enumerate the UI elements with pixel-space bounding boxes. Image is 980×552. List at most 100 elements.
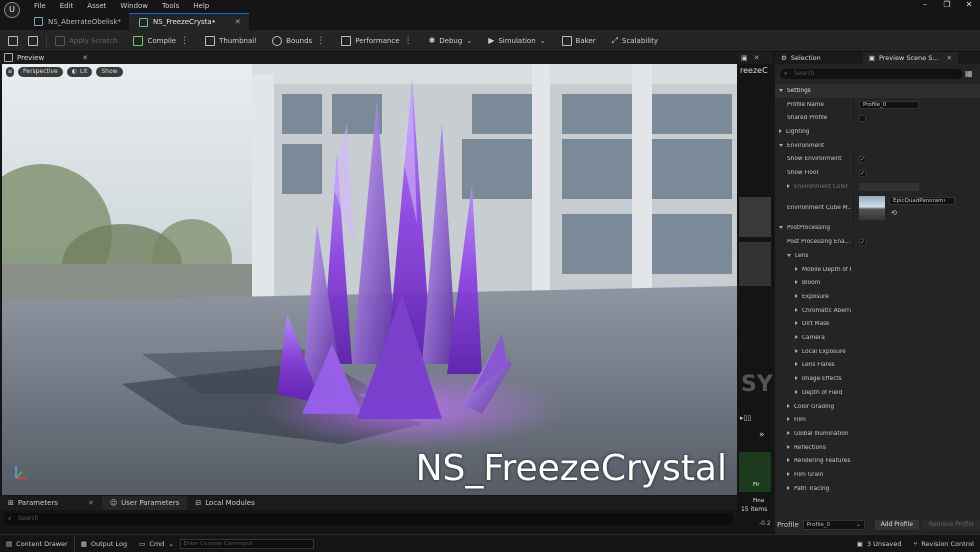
collapse-arrow-icon[interactable] [787, 485, 790, 490]
property-row[interactable]: Depth of Field [775, 386, 980, 400]
property-row[interactable]: Chromatic Aberrati [775, 304, 980, 318]
expand-arrow-icon[interactable] [787, 253, 791, 257]
bounds-options-icon[interactable]: ⋮ [316, 36, 325, 46]
collapse-arrow-icon[interactable] [795, 376, 798, 381]
menu-edit[interactable]: Edit [60, 2, 74, 10]
collapse-arrow-icon[interactable] [787, 417, 790, 422]
collapse-arrow-icon[interactable] [779, 128, 782, 133]
menu-window[interactable]: Window [120, 2, 148, 10]
menu-tools[interactable]: Tools [162, 2, 179, 10]
menu-asset[interactable]: Asset [87, 2, 106, 10]
menu-file[interactable]: File [34, 2, 46, 10]
property-row[interactable]: Lens [775, 249, 980, 263]
close-tab-icon[interactable]: ✕ [235, 18, 241, 26]
collapse-arrow-icon[interactable] [795, 280, 798, 285]
collapse-arrow-icon[interactable] [795, 389, 798, 394]
reset-icon[interactable]: ⟲ [891, 209, 897, 217]
thumbnail-button[interactable]: Thumbnail [197, 30, 264, 51]
checkbox[interactable]: ✓ [859, 169, 866, 177]
close-tab-icon[interactable]: ✕ [754, 54, 760, 62]
view-options-icon[interactable]: ▦ [965, 69, 973, 78]
preview-tab[interactable]: Preview ✕ [4, 53, 88, 62]
baker-button[interactable]: Baker [554, 30, 604, 51]
perspective-button[interactable]: Perspective [18, 67, 63, 77]
tab-selection[interactable]: ⚙ Selection [775, 52, 827, 64]
output-log-button[interactable]: ▦ Output Log [75, 535, 133, 552]
property-row[interactable]: Bloom [775, 276, 980, 290]
property-row[interactable]: Exposure [775, 290, 980, 304]
preview-viewport[interactable]: ≡ Perspective ◐ Lit Show NS_FreezeCrystal [2, 64, 737, 495]
property-row[interactable]: Camera [775, 331, 980, 345]
tab-local-modules[interactable]: ⊟ Local Modules [187, 496, 262, 510]
menu-help[interactable]: Help [193, 2, 209, 10]
list-item[interactable]: Fir [739, 452, 771, 488]
lit-button[interactable]: ◐ Lit [66, 67, 93, 77]
property-row[interactable]: Environment Color [775, 180, 980, 194]
performance-options-icon[interactable]: ⋮ [404, 36, 413, 46]
parameters-search-input[interactable]: ⌕ Search [4, 513, 733, 525]
compile-button[interactable]: Compile ⋮ [125, 30, 197, 51]
minimize-icon[interactable]: – [914, 0, 936, 9]
tab-aberrate-obelisk[interactable]: NS_AberrateObelisk* [24, 13, 129, 30]
collapse-arrow-icon[interactable] [787, 183, 790, 188]
collapse-arrow-icon[interactable] [787, 458, 790, 463]
profile-name-input[interactable]: Profile_0 [859, 100, 919, 109]
close-tab-icon[interactable]: ✕ [947, 54, 952, 62]
property-row[interactable]: Lighting [775, 125, 980, 139]
checkbox[interactable] [859, 114, 866, 122]
expand-arrow-icon[interactable] [779, 143, 783, 147]
simulation-button[interactable]: ▶ Simulation ⌄ [480, 30, 553, 51]
tab-freeze-crystal[interactable]: NS_FreezeCrysta• ✕ [129, 13, 249, 30]
collapse-arrow-icon[interactable] [795, 266, 798, 271]
save-button[interactable] [0, 30, 26, 51]
unsaved-button[interactable]: ▣ 3 Unsaved [851, 535, 908, 552]
expand-arrow-icon[interactable] [779, 88, 783, 92]
emitter-node[interactable] [739, 197, 771, 237]
tab-preview-scene-settings[interactable]: ▣ Preview Scene S... ✕ [862, 52, 958, 64]
property-row[interactable]: Environment [775, 139, 980, 153]
property-row[interactable]: Lens Flares [775, 359, 980, 373]
cmd-dropdown[interactable]: ▭ Cmd ⌄ [133, 535, 180, 552]
content-drawer-button[interactable]: ▤ Content Drawer [0, 535, 74, 552]
close-icon[interactable]: ✕ [958, 0, 980, 9]
expand-icon[interactable]: » [759, 430, 765, 440]
compile-options-icon[interactable]: ⋮ [180, 36, 189, 46]
timeline-controls[interactable]: ▸▯▯ [740, 414, 751, 422]
collapse-arrow-icon[interactable] [795, 362, 798, 367]
property-row[interactable]: Image Effects [775, 372, 980, 386]
browse-button[interactable] [26, 30, 46, 51]
add-profile-button[interactable]: Add Profile [874, 520, 919, 530]
apply-scratch-button[interactable]: Apply Scratch [47, 30, 125, 51]
checkbox[interactable]: ✓ [859, 238, 866, 246]
tab-parameters[interactable]: ⊞ Parameters ✕ [0, 496, 102, 510]
unreal-logo-icon[interactable]: U [4, 2, 20, 18]
collapse-arrow-icon[interactable] [795, 307, 798, 312]
console-command-input[interactable]: Enter Console Command [179, 538, 314, 549]
revision-control-button[interactable]: ⑂ Revision Control [907, 535, 980, 552]
debug-button[interactable]: ✱ Debug ⌄ [421, 30, 481, 51]
maximize-icon[interactable]: ❐ [936, 0, 958, 9]
property-row[interactable]: Local Exposure [775, 345, 980, 359]
tab-user-parameters[interactable]: ☺ User Parameters [101, 496, 188, 510]
viewport-menu-button[interactable]: ≡ [6, 67, 14, 77]
collapse-arrow-icon[interactable] [787, 403, 790, 408]
color-swatch[interactable] [859, 182, 919, 191]
details-search-input[interactable]: ⌕ Search [780, 69, 963, 79]
collapse-arrow-icon[interactable] [787, 430, 790, 435]
property-row[interactable]: Path Tracing [775, 482, 980, 496]
profile-select[interactable]: Profile_0 ⌄ [802, 520, 865, 530]
remove-profile-button[interactable]: Remove Profile [922, 520, 980, 530]
close-tab-icon[interactable]: ✕ [88, 499, 94, 507]
property-row[interactable]: Film Grain [775, 468, 980, 482]
property-row[interactable]: Color Grading [775, 400, 980, 414]
property-row[interactable]: Rendering Features [775, 455, 980, 469]
property-row[interactable]: Reflections [775, 441, 980, 455]
property-row[interactable]: Mobile Depth of Fie [775, 263, 980, 277]
collapse-arrow-icon[interactable] [795, 335, 798, 340]
show-button[interactable]: Show [96, 67, 123, 77]
property-row[interactable]: Dirt Mask [775, 318, 980, 332]
property-row[interactable]: Global Illumination [775, 427, 980, 441]
collapse-arrow-icon[interactable] [787, 472, 790, 477]
collapse-arrow-icon[interactable] [795, 321, 798, 326]
checkbox[interactable]: ✓ [859, 155, 866, 163]
